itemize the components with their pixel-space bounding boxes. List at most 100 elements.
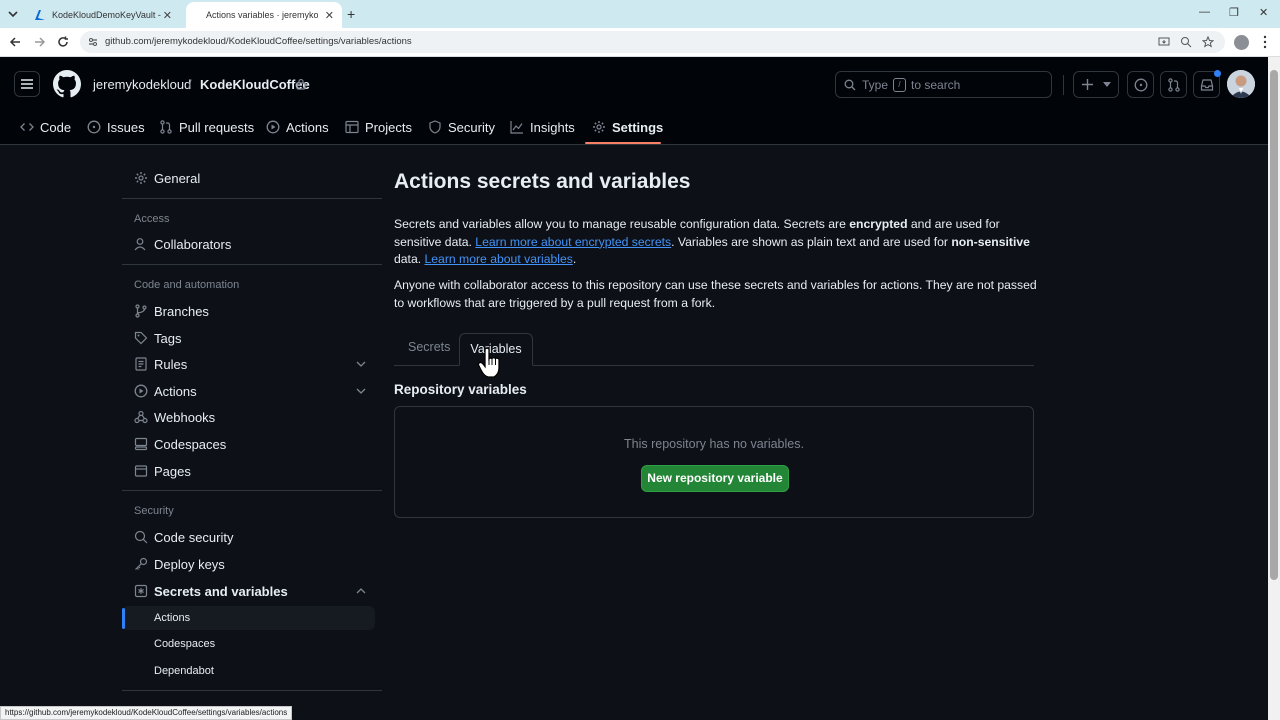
tab-projects[interactable]: Projects (345, 109, 412, 145)
browser-status-url: https://github.com/jeremykodekloud/KodeK… (0, 706, 293, 720)
sidebar-item-label: Deploy keys (154, 556, 225, 572)
repo-nav: Code Issues Pull requests Actions Projec… (0, 109, 1268, 145)
user-avatar[interactable] (1227, 70, 1255, 98)
sidebar-item-label: Branches (154, 303, 209, 319)
tab-settings[interactable]: Settings (592, 109, 663, 145)
sidebar-item-label: Collaborators (154, 236, 232, 252)
sidebar-item-deploy-keys[interactable]: Deploy keys (134, 552, 225, 576)
tab-issues-label: Issues (107, 119, 145, 135)
global-search-input[interactable]: Type / to search (835, 71, 1052, 98)
sidebar-item-label: Code security (154, 529, 234, 545)
new-repository-variable-button[interactable]: New repository variable (641, 465, 789, 492)
tab-issues[interactable]: Issues (87, 109, 145, 145)
tab-insights[interactable]: Insights (510, 109, 575, 145)
chevron-down-icon[interactable] (356, 386, 366, 396)
github-header: jeremykodekloud / KodeKloudCoffee Type /… (0, 57, 1268, 145)
sidebar-item-rules[interactable]: Rules (134, 352, 187, 376)
minimize-icon[interactable]: — (1199, 6, 1210, 18)
repo-name-link[interactable]: KodeKloudCoffee (200, 77, 310, 92)
tab-security[interactable]: Security (428, 109, 495, 145)
table-icon (345, 120, 359, 134)
sidebar-item-label: Pages (154, 463, 191, 479)
browser-tab-keyvault[interactable]: KodeKloudDemoKeyVault - Mic ✕ (28, 2, 180, 28)
sidebar-item-label: Actions (154, 383, 197, 399)
tab-settings-label: Settings (612, 119, 664, 135)
browser-tab-bar: KodeKloudDemoKeyVault - Mic ✕ Actions va… (0, 0, 1280, 28)
gear-icon (135, 172, 147, 184)
close-icon[interactable]: ✕ (163, 9, 172, 22)
gear-icon (593, 121, 605, 133)
zoom-icon[interactable] (1180, 36, 1192, 48)
sidebar-item-code-security[interactable]: Code security (134, 525, 233, 549)
owner-link[interactable]: jeremykodekloud (93, 77, 191, 92)
browser-profile-avatar[interactable] (1234, 35, 1249, 50)
tab-code-label: Code (40, 119, 72, 135)
user-photo-icon (1227, 70, 1255, 98)
sidebar-item-label: Webhooks (154, 409, 216, 425)
chevron-up-icon[interactable] (356, 586, 366, 596)
tab-actions[interactable]: Actions (266, 109, 329, 145)
sidebar-sub-item-codespaces[interactable]: Codespaces (154, 638, 215, 650)
caret-down-icon (1103, 82, 1111, 87)
sidebar-sub-item-dependabot[interactable]: Dependabot (154, 665, 214, 677)
intro-text: . Variables are shown as plain text and … (671, 234, 952, 249)
sidebar-item-general[interactable]: General (134, 166, 200, 190)
tab-code[interactable]: Code (20, 109, 71, 145)
sidebar-item-tags[interactable]: Tags (134, 326, 181, 350)
open-global-nav-button[interactable] (14, 71, 40, 97)
sidebar-item-actions[interactable]: Actions (134, 379, 197, 403)
tab-actions-label: Actions (286, 119, 329, 135)
tab-pull-requests-label: Pull requests (179, 119, 255, 135)
header-divider (1063, 75, 1064, 95)
pull-requests-button[interactable] (1160, 71, 1187, 98)
learn-more-secrets-link[interactable]: Learn more about encrypted secrets (475, 235, 671, 249)
tab-pull-requests[interactable]: Pull requests (159, 109, 254, 145)
github-logo-icon[interactable] (53, 70, 81, 98)
omnibox[interactable]: github.com/jeremykodekloud/KodeKloudCoff… (80, 31, 1225, 53)
variables-empty-state: This repository has no variables. New re… (394, 406, 1034, 518)
site-settings-icon[interactable] (87, 36, 99, 48)
plus-icon (1082, 79, 1093, 90)
chevron-down-icon[interactable] (356, 359, 366, 369)
tab-search-chevron-icon[interactable] (6, 7, 20, 21)
graph-icon (510, 121, 523, 134)
browser-icon (134, 465, 148, 477)
browser-tab-actions-variables[interactable]: Actions variables · jeremykodeklou ✕ (186, 2, 342, 28)
intro-text: data. (394, 252, 425, 267)
page-title: Actions secrets and variables (394, 170, 691, 193)
reload-icon[interactable] (56, 35, 70, 49)
sidebar-item-collaborators[interactable]: Collaborators (134, 232, 231, 256)
shield-icon (429, 120, 441, 134)
back-icon[interactable] (8, 35, 22, 49)
tab-insights-label: Insights (530, 119, 575, 135)
page-scrollbar-thumb[interactable] (1270, 70, 1278, 580)
sidebar-item-codespaces[interactable]: Codespaces (134, 432, 226, 456)
sidebar-sub-item-actions[interactable]: Actions (154, 612, 190, 624)
sidebar-item-label: Codespaces (154, 436, 227, 452)
sidebar-item-secrets-and-variables[interactable]: Secrets and variables (134, 579, 288, 603)
active-indicator (122, 608, 125, 629)
bookmark-star-icon[interactable] (1202, 36, 1214, 48)
issues-button[interactable] (1127, 71, 1154, 98)
notification-indicator (1214, 70, 1221, 77)
browser-menu-icon[interactable] (1262, 35, 1268, 49)
sidebar-heading-access: Access (134, 213, 170, 225)
sidebar-heading-code-automation: Code and automation (134, 279, 240, 291)
issue-opened-icon (87, 120, 101, 134)
sidebar-item-webhooks[interactable]: Webhooks (134, 405, 215, 429)
create-new-button[interactable] (1073, 71, 1119, 98)
new-tab-icon[interactable]: + (347, 6, 355, 22)
sidebar-item-branches[interactable]: Branches (134, 299, 209, 323)
close-icon[interactable]: ✕ (325, 9, 334, 22)
window-close-icon[interactable]: ✕ (1259, 6, 1268, 19)
sidebar-item-pages[interactable]: Pages (134, 459, 191, 483)
tab-title: Actions variables · jeremykodeklou (206, 10, 318, 20)
forward-icon[interactable] (33, 35, 47, 49)
sidebar-item-label: General (154, 170, 201, 186)
restore-icon[interactable]: ❐ (1229, 6, 1239, 19)
tab-secrets[interactable]: Secrets (408, 340, 450, 354)
install-app-icon[interactable] (1158, 36, 1170, 48)
path-separator: / (188, 77, 192, 92)
learn-more-variables-link[interactable]: Learn more about variables (425, 252, 573, 266)
repo-rules-icon (135, 357, 147, 371)
